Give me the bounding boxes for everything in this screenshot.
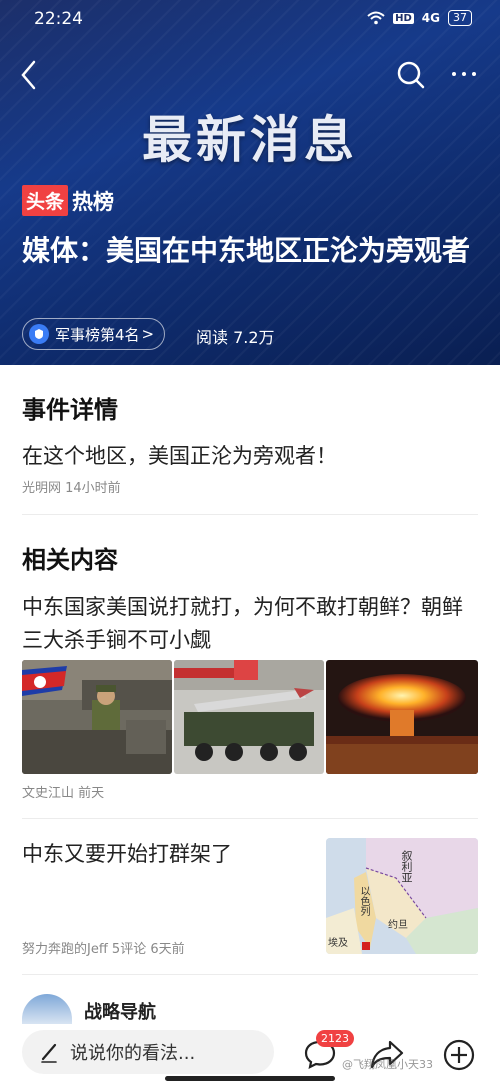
military-badge-icon <box>29 324 49 344</box>
related-item-title[interactable]: 中东国家美国说打就打，为何不敢打朝鲜？朝鲜三大杀手锏不可小觑 <box>22 591 478 657</box>
comments-button[interactable]: 2123 <box>302 1030 354 1074</box>
search-icon[interactable] <box>396 60 426 90</box>
pen-icon <box>41 1043 57 1063</box>
add-icon[interactable] <box>442 1038 476 1072</box>
read-count: 阅读 7.2万 <box>196 328 275 347</box>
status-icons: HD 4G 37 <box>367 10 472 26</box>
divider <box>22 974 478 975</box>
divider <box>22 818 478 819</box>
signal-icon: 4G <box>421 11 440 25</box>
hero-banner: 22:24 HD 4G 37 最新消息 头条 热榜 媒体：美国在中东地区正沦为旁… <box>0 0 500 365</box>
toutiao-hot-list-logo: 头条 热榜 <box>22 185 114 216</box>
rank-chip[interactable]: 军事榜第4名 > <box>22 318 166 350</box>
event-item-meta: 光明网 14小时前 <box>22 481 121 496</box>
map-label-egypt: 埃及 <box>328 938 348 949</box>
related-item-meta: 努力奔跑的Jeff 5评论 6天前 <box>22 942 185 957</box>
missile-launcher-image[interactable] <box>174 660 324 774</box>
next-item-thumbnail[interactable] <box>22 994 72 1024</box>
status-time: 22:24 <box>34 9 83 29</box>
map-label-jordan: 约旦 <box>388 920 408 931</box>
logo-hot-label: 热榜 <box>72 189 115 214</box>
rank-label: 军事榜第4名 <box>55 325 140 344</box>
map-label-israel: 以色列 <box>358 886 369 916</box>
status-bar: 22:24 HD 4G 37 <box>0 6 500 34</box>
comment-placeholder: 说说你的看法... <box>70 1043 196 1064</box>
more-options-icon[interactable] <box>452 72 476 76</box>
soldier-parade-image[interactable] <box>22 660 172 774</box>
related-item-meta: 文史江山 前天 <box>22 786 105 801</box>
home-indicator[interactable] <box>165 1076 335 1081</box>
related-item-title[interactable]: 中东又要开始打群架了 <box>22 838 312 871</box>
event-item-title[interactable]: 在这个地区，美国正沦为旁观者！ <box>22 440 337 473</box>
wifi-icon <box>367 11 385 25</box>
headline: 媒体：美国在中东地区正沦为旁观者 <box>22 234 471 267</box>
divider <box>22 514 478 515</box>
event-section-title: 事件详情 <box>22 396 118 424</box>
related-section-title: 相关内容 <box>22 546 118 574</box>
battery-icon: 37 <box>448 10 472 26</box>
middle-east-map-image[interactable]: 叙利亚 以色列 约旦 埃及 <box>326 838 478 954</box>
comment-input[interactable]: 说说你的看法... <box>22 1030 274 1074</box>
map-label-syria: 叙利亚 <box>400 850 413 883</box>
next-item-title[interactable]: 战略导航 <box>84 998 156 1024</box>
chevron-right-icon: > <box>141 325 155 343</box>
back-arrow-icon[interactable] <box>18 58 42 92</box>
comment-count-badge: 2123 <box>316 1030 354 1047</box>
logo-red-label: 头条 <box>22 185 69 216</box>
watermark: @飞翔凤凰小天33 <box>342 1058 433 1071</box>
banner-title: 最新消息 <box>142 111 358 169</box>
nuclear-explosion-image[interactable] <box>326 660 478 774</box>
hd-icon: HD <box>393 12 414 24</box>
top-nav <box>0 58 500 98</box>
